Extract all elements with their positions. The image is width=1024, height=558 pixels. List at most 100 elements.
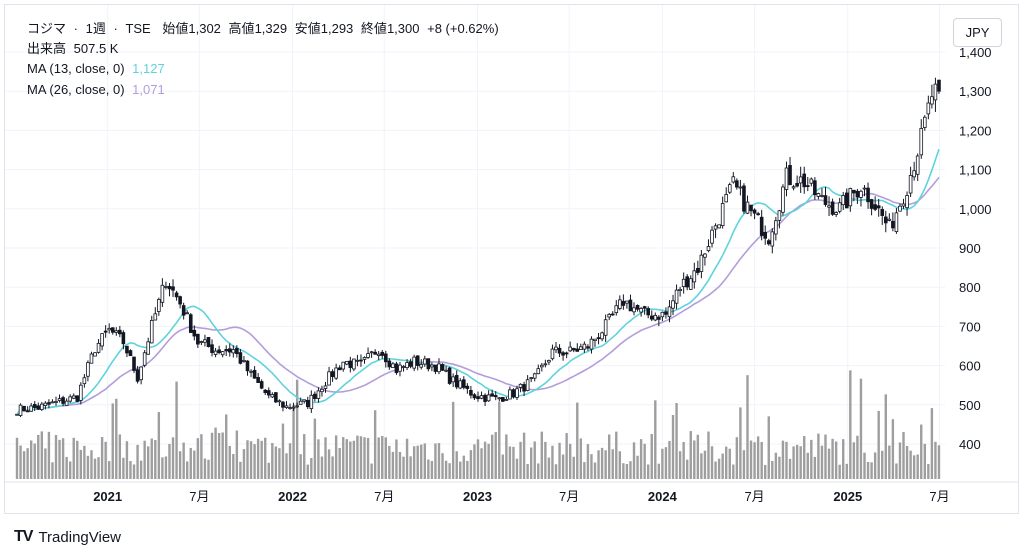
candle-body — [330, 371, 335, 378]
legend-ma26-row[interactable]: MA (26, close, 0) 1,071 — [27, 81, 169, 99]
volume-bar — [799, 446, 802, 479]
volume-bar — [771, 460, 774, 479]
candle-body — [185, 312, 190, 315]
candle-body — [341, 361, 346, 370]
candle-body — [334, 367, 338, 379]
x-tick-label: 2025 — [833, 489, 862, 504]
legend-ma13-row[interactable]: MA (13, close, 0) 1,127 — [27, 60, 169, 78]
volume-bar — [813, 456, 817, 479]
volume-bar — [65, 456, 68, 479]
candle-body — [160, 284, 165, 303]
candle-body — [912, 170, 916, 178]
volume-bar — [764, 464, 767, 479]
candle-body — [674, 289, 679, 304]
candle-body — [713, 225, 718, 230]
candle-body — [224, 349, 229, 352]
volume-bar — [175, 381, 178, 479]
legend-interval[interactable]: 1週 — [86, 21, 106, 36]
candle-body — [86, 362, 90, 377]
volume-bar — [281, 423, 285, 479]
volume-bar — [710, 446, 714, 479]
volume-bar — [537, 463, 540, 479]
volume-bar — [923, 443, 926, 479]
candle-body — [383, 353, 388, 363]
volume-bar — [622, 463, 625, 479]
x-tick-label: 2021 — [93, 489, 122, 504]
volume-bar — [561, 454, 565, 479]
candle-body — [486, 394, 491, 402]
candle-body — [479, 395, 484, 399]
legend-high-label: 高値 — [228, 21, 255, 36]
volume-bar — [320, 456, 324, 479]
chart-pane[interactable]: 1,400 1,300 1,200 1,100 1,000 900 800 700 600 500… — [4, 4, 1019, 514]
volume-bar — [756, 436, 760, 479]
legend-volume-row[interactable]: 出来高 507.5 K — [27, 40, 122, 58]
volume-bar — [927, 463, 930, 479]
candle-body — [727, 184, 732, 193]
volume-bar — [700, 453, 703, 479]
volume-bar — [434, 443, 437, 479]
volume-bar — [725, 446, 728, 479]
volume-bar — [529, 447, 533, 479]
candle-body — [227, 348, 232, 353]
candle-body — [894, 212, 899, 232]
candle-body — [188, 314, 193, 333]
candle-body — [295, 405, 299, 408]
volume-bar — [920, 424, 923, 479]
volume-bar — [402, 456, 405, 479]
candle-body — [135, 369, 140, 382]
candle-body — [210, 344, 214, 353]
candle-body — [281, 401, 285, 408]
volume-bar — [643, 443, 646, 479]
volume-bar — [476, 439, 480, 479]
volume-bar — [693, 440, 696, 479]
volume-bar — [508, 446, 512, 479]
candle-body — [522, 384, 526, 392]
volume-bar — [462, 455, 466, 479]
candle-body — [401, 366, 406, 368]
candle-body — [149, 320, 154, 344]
volume-bar — [90, 450, 93, 479]
volume-bar — [806, 452, 809, 479]
candle-body — [387, 360, 392, 368]
volume-bar — [604, 450, 607, 479]
volume-bar — [483, 441, 487, 479]
y-tick-label: 1,200 — [959, 123, 992, 138]
volume-bar — [412, 446, 416, 479]
volume-bar — [107, 461, 111, 479]
candle-body — [529, 377, 533, 380]
volume-bar — [749, 440, 753, 479]
candle-body — [391, 363, 395, 368]
candle-body — [380, 351, 385, 356]
ma26-line — [16, 176, 940, 415]
candle-body — [922, 116, 927, 128]
volume-bar — [519, 441, 522, 479]
volume-bar — [299, 454, 302, 479]
candle-body — [710, 229, 714, 244]
volume-bar — [607, 434, 611, 479]
legend-symbol[interactable]: コジマ — [27, 21, 66, 36]
candle-body — [873, 204, 877, 210]
volume-bar — [522, 432, 526, 479]
currency-button[interactable]: JPY — [953, 18, 1002, 47]
candle-body — [557, 347, 562, 354]
volume-bar — [47, 431, 51, 479]
x-tick-label: 2024 — [648, 489, 678, 504]
volume-bar — [505, 434, 508, 479]
candle-body — [43, 402, 48, 406]
volume-bar — [186, 461, 189, 479]
candle-body — [649, 315, 654, 320]
volume-bar — [15, 437, 19, 479]
candle-body — [483, 394, 487, 402]
y-tick-label: 500 — [959, 398, 981, 413]
brand[interactable]: TV TradingView — [14, 528, 121, 546]
volume-bar — [72, 437, 75, 479]
candle-body — [667, 306, 672, 318]
volume-bar — [264, 437, 267, 479]
volume-bar — [366, 437, 370, 479]
volume-bar — [629, 461, 632, 479]
volume-bar — [76, 440, 79, 479]
volume-bar — [774, 452, 778, 479]
volume-bar — [317, 439, 320, 479]
volume-bar — [242, 449, 246, 479]
